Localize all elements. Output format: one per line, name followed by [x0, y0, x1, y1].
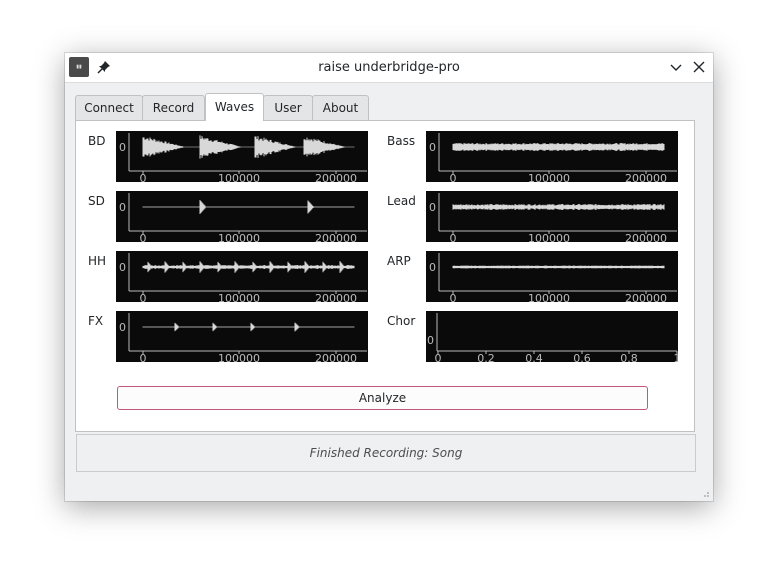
x-tick-label: 100000 — [528, 232, 570, 242]
tab-record[interactable]: Record — [142, 95, 205, 120]
x-tick-label: 100000 — [528, 292, 570, 302]
x-tick-label: 0 — [450, 232, 457, 242]
x-tick-label: 200000 — [315, 172, 357, 182]
x-tick-label: 0 — [450, 172, 457, 182]
wave-label-bd: BD — [88, 134, 106, 148]
waveform-plot-fx: 0 0 100000 200000 — [116, 311, 368, 362]
wave-label-sd: SD — [88, 194, 105, 208]
y-tick-label: 0 — [119, 321, 126, 334]
x-tick-label: 0 — [140, 352, 147, 362]
x-tick-label: 0.8 — [620, 352, 638, 362]
x-tick-label: 100000 — [218, 352, 260, 362]
wave-label-lead: Lead — [387, 194, 416, 208]
x-tick-label: 0 — [140, 292, 147, 302]
x-tick-label: 200000 — [315, 352, 357, 362]
minimize-chevron-icon[interactable] — [669, 60, 683, 74]
waveform-plot-arp: 0 0 100000 200000 — [426, 251, 678, 302]
window-title: raise underbridge-pro — [318, 60, 460, 75]
resize-grip-icon[interactable] — [700, 488, 710, 498]
status-message: Finished Recording: Song — [76, 434, 696, 472]
x-tick-label: 1 — [674, 352, 679, 362]
waveform-trace — [142, 322, 355, 332]
x-tick-label: 100000 — [218, 172, 260, 182]
wave-label-chor: Chor — [387, 314, 416, 328]
title-bar: ▮▮ raise underbridge-pro — [65, 53, 713, 83]
y-tick-label: 0 — [119, 261, 126, 274]
x-tick-label: 100000 — [218, 232, 260, 242]
x-tick-label: 100000 — [528, 172, 570, 182]
y-tick-label: 0 — [429, 141, 436, 154]
y-tick-label: 0 — [119, 201, 126, 214]
y-tick-label: 0 — [427, 334, 434, 347]
tab-user[interactable]: User — [263, 95, 313, 120]
x-tick-label: 0 — [435, 352, 442, 362]
tab-connect[interactable]: Connect — [75, 95, 143, 120]
x-tick-label: 0.4 — [525, 352, 543, 362]
wave-label-fx: FX — [88, 314, 104, 328]
waveform-trace — [142, 261, 355, 273]
x-tick-label: 200000 — [625, 232, 667, 242]
y-tick-label: 0 — [429, 261, 436, 274]
y-tick-label: 0 — [429, 201, 436, 214]
waveform-plot-chor: 0 0 0.2 0.4 0.6 0.8 1 — [426, 311, 678, 362]
x-tick-label: 0.6 — [573, 352, 591, 362]
x-tick-label: 200000 — [315, 232, 357, 242]
x-tick-label: 100000 — [218, 292, 260, 302]
x-tick-label: 0 — [140, 172, 147, 182]
wave-label-bass: Bass — [387, 134, 416, 148]
wave-label-hh: HH — [88, 254, 107, 268]
x-tick-label: 0 — [450, 292, 457, 302]
waveform-trace — [142, 200, 355, 214]
analyze-button[interactable]: Analyze — [117, 386, 648, 410]
x-tick-label: 200000 — [315, 292, 357, 302]
tab-waves[interactable]: Waves — [205, 93, 264, 121]
waveform-plot-sd: 0 0 100000 200000 — [116, 191, 368, 242]
waveform-trace — [452, 265, 665, 269]
x-tick-label: 200000 — [625, 172, 667, 182]
waveform-trace — [142, 135, 355, 159]
x-tick-label: 200000 — [625, 292, 667, 302]
y-tick-label: 0 — [119, 141, 126, 154]
waveform-trace — [452, 143, 665, 151]
waveform-plot-lead: 0 0 100000 200000 — [426, 191, 678, 242]
x-tick-label: 0 — [140, 232, 147, 242]
waveform-plot-bd: 0 0 100000 200000 — [116, 131, 368, 182]
tab-about[interactable]: About — [312, 95, 369, 120]
close-icon[interactable] — [692, 60, 706, 74]
waveform-trace — [452, 204, 665, 210]
wave-label-arp: ARP — [387, 254, 411, 268]
waveform-plot-bass: 0 0 100000 200000 — [426, 131, 678, 182]
waveform-plot-hh: 0 0 100000 200000 — [116, 251, 368, 302]
x-tick-label: 0.2 — [477, 352, 495, 362]
